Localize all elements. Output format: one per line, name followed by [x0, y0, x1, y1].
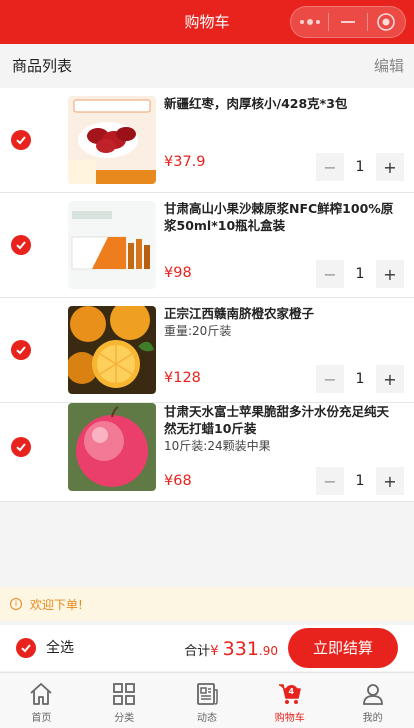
notice-bar: i 欢迎下单! [0, 587, 414, 621]
decrease-button[interactable]: − [316, 153, 344, 181]
cart-count-badge: 4 [284, 685, 298, 698]
total-label: 合计 [184, 644, 211, 659]
product-name[interactable]: 甘肃天水富士苹果脆甜多汁水份充足纯天然无打蜡10斤装 [164, 403, 398, 437]
cart-item-list: 新疆红枣，肉厚核小/428克*3包 ¥37.9 − 1 + 甘肃高山小果沙棘原浆… [0, 88, 414, 502]
item-checkbox-checked-icon[interactable] [11, 130, 31, 150]
quantity-stepper: − 1 + [316, 467, 404, 495]
fuji-apple-image[interactable] [68, 403, 156, 491]
profile-icon [362, 684, 383, 705]
increase-button[interactable]: + [376, 153, 404, 181]
decrease-button[interactable]: − [316, 467, 344, 495]
checkout-button[interactable]: 立即结算 [288, 628, 398, 668]
tab-label: 我的 [362, 713, 383, 724]
sea-buckthorn-juice-image[interactable] [68, 201, 156, 289]
product-spec: 重量:20斤装 [164, 324, 232, 338]
tab-label: 首页 [31, 713, 52, 724]
quantity-value[interactable]: 1 [344, 467, 376, 495]
cart-item: 新疆红枣，肉厚核小/428克*3包 ¥37.9 − 1 + [0, 88, 414, 193]
quantity-stepper: − 1 + [316, 260, 404, 288]
quantity-value[interactable]: 1 [344, 260, 376, 288]
select-all-label[interactable]: 全选 [46, 625, 74, 671]
quantity-value[interactable]: 1 [344, 153, 376, 181]
tab-home[interactable]: 首页 [0, 673, 83, 728]
quantity-stepper: − 1 + [316, 153, 404, 181]
nav-bar: 购物车 [0, 0, 414, 44]
decrease-button[interactable]: − [316, 260, 344, 288]
increase-button[interactable]: + [376, 260, 404, 288]
tab-news[interactable]: 动态 [166, 673, 249, 728]
quantity-stepper: − 1 + [316, 365, 404, 393]
notice-text: 欢迎下单! [30, 597, 83, 612]
item-checkbox-checked-icon[interactable] [11, 340, 31, 360]
more-options-icon[interactable] [291, 7, 328, 37]
tab-category[interactable]: 分类 [83, 673, 166, 728]
red-dates-product-image[interactable] [68, 96, 156, 184]
product-price: ¥68 [164, 473, 192, 489]
checkout-bar: 全选 合计¥ 331.90 立即结算 [0, 625, 414, 671]
minimize-icon[interactable] [329, 7, 366, 37]
cart-item: 甘肃高山小果沙棘原浆NFC鲜榨100%原浆50ml*10瓶礼盒装 ¥98 − 1… [0, 193, 414, 298]
tab-label: 分类 [114, 713, 135, 724]
mini-program-capsule [290, 6, 406, 38]
tab-label: 动态 [196, 713, 217, 724]
category-icon [113, 683, 136, 705]
product-price: ¥98 [164, 265, 192, 281]
cart-item: 正宗江西赣南脐橙农家橙子 重量:20斤装 ¥128 − 1 + [0, 298, 414, 403]
product-name[interactable]: 新疆红枣，肉厚核小/428克*3包 [164, 95, 398, 112]
tab-profile[interactable]: 我的 [331, 673, 414, 728]
decrease-button[interactable]: − [316, 365, 344, 393]
list-header: 商品列表 编辑 [0, 44, 414, 88]
increase-button[interactable]: + [376, 467, 404, 495]
total-integer: 331 [222, 638, 259, 660]
news-icon [197, 683, 218, 705]
edit-button[interactable]: 编辑 [374, 44, 404, 88]
item-checkbox-checked-icon[interactable] [11, 437, 31, 457]
select-all-checkbox-icon[interactable] [16, 638, 36, 658]
close-target-icon[interactable] [368, 7, 405, 37]
tab-bar: 首页 分类 动态 4 购物车 我的 [0, 672, 414, 728]
tab-label: 购物车 [274, 713, 305, 724]
item-checkbox-checked-icon[interactable] [11, 235, 31, 255]
tab-cart[interactable]: 4 购物车 [248, 673, 331, 728]
currency-symbol: ¥ [210, 644, 219, 659]
quantity-value[interactable]: 1 [344, 365, 376, 393]
info-icon: i [10, 598, 22, 610]
total-amount: 合计¥ 331.90 [184, 638, 278, 660]
product-price: ¥37.9 [164, 154, 206, 170]
increase-button[interactable]: + [376, 365, 404, 393]
list-title: 商品列表 [12, 57, 73, 75]
total-decimal: .90 [258, 644, 278, 658]
home-icon [30, 683, 52, 705]
product-spec: 10斤装:24颗装中果 [164, 439, 271, 453]
cart-item: 甘肃天水富士苹果脆甜多汁水份充足纯天然无打蜡10斤装 10斤装:24颗装中果 ¥… [0, 403, 414, 502]
product-name[interactable]: 正宗江西赣南脐橙农家橙子 [164, 305, 398, 322]
navel-orange-image[interactable] [68, 306, 156, 394]
product-price: ¥128 [164, 370, 201, 386]
product-name[interactable]: 甘肃高山小果沙棘原浆NFC鲜榨100%原浆50ml*10瓶礼盒装 [164, 200, 398, 234]
